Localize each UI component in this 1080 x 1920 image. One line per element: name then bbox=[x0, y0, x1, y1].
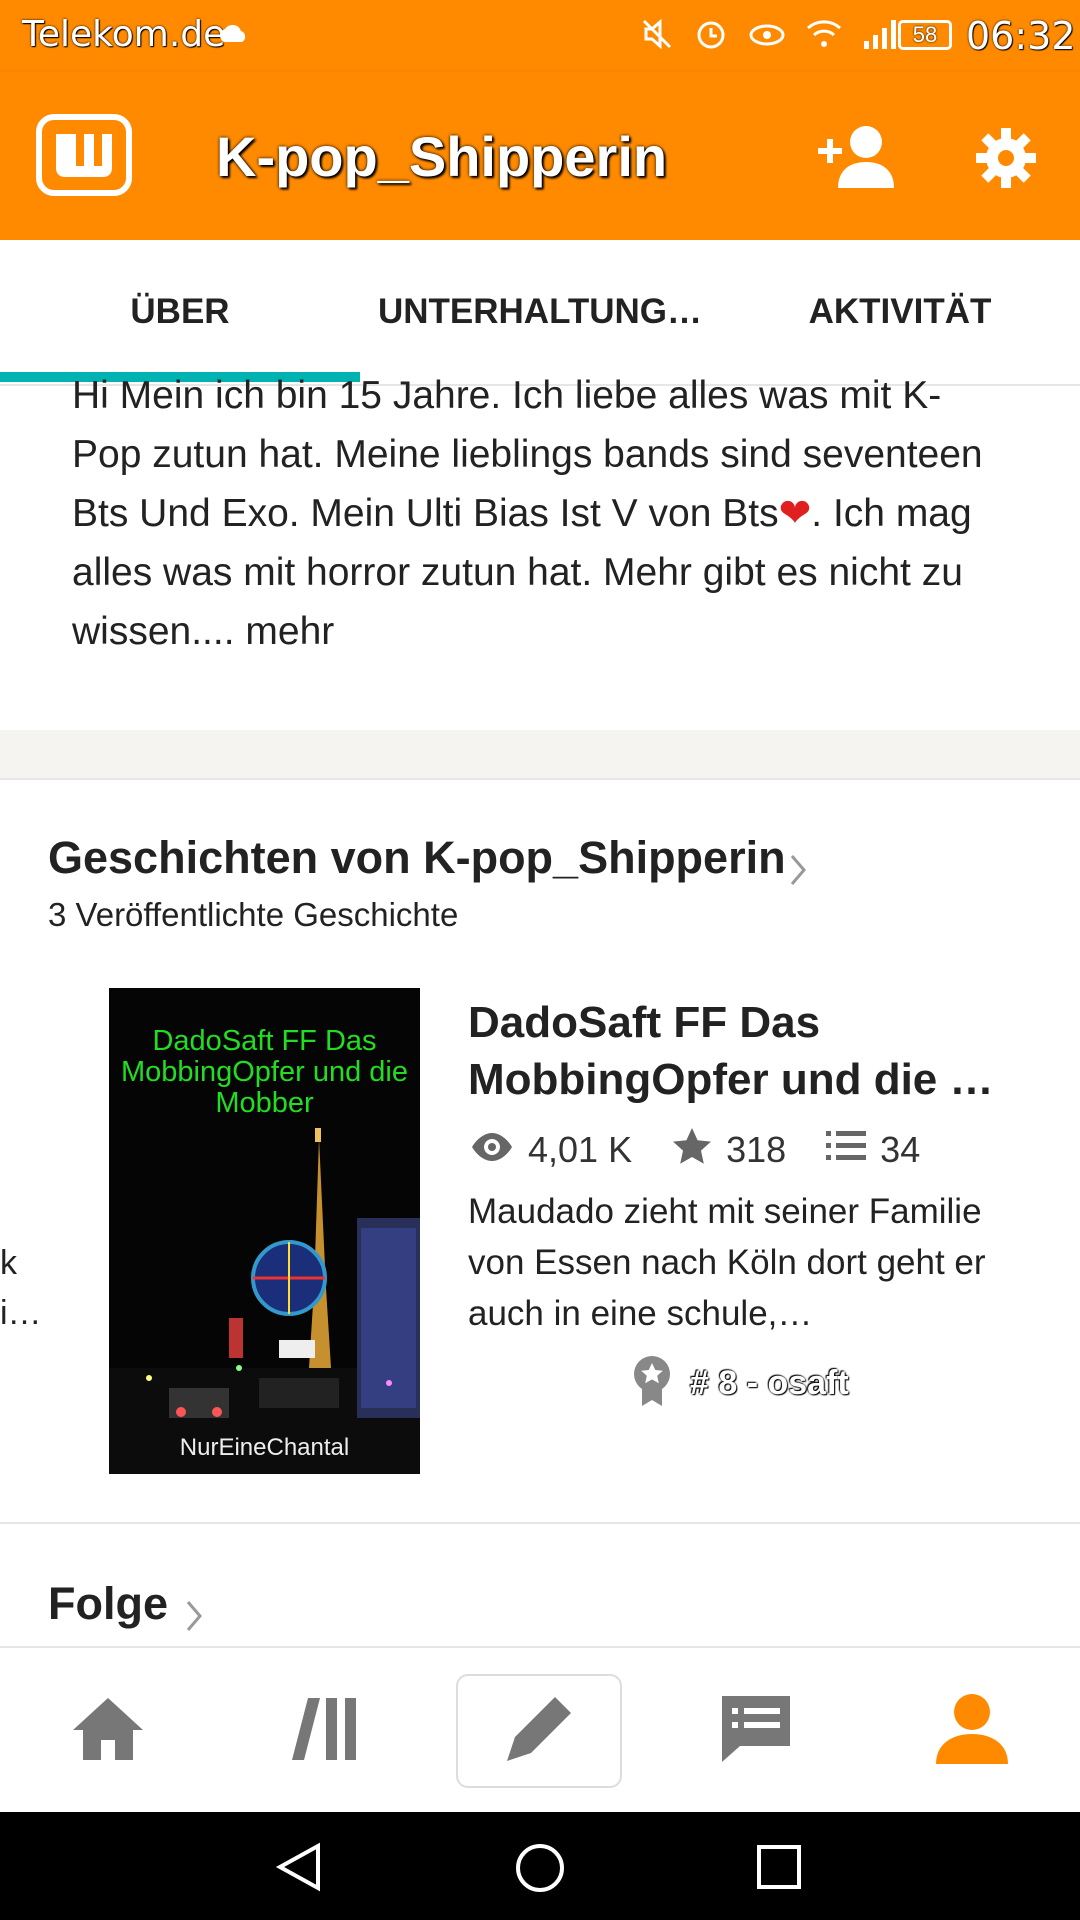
section-divider bbox=[0, 1522, 1080, 1524]
add-friend-icon[interactable] bbox=[816, 120, 902, 197]
section-separator bbox=[0, 730, 1080, 780]
profile-tabs: ÜBER UNTERHALTUNG… AKTIVITÄT bbox=[0, 240, 1080, 386]
tab-activity[interactable]: AKTIVITÄT bbox=[720, 292, 1080, 332]
alarm-icon bbox=[694, 17, 728, 56]
cloud-icon bbox=[216, 24, 250, 49]
reads-count: 4,01 K bbox=[528, 1129, 633, 1170]
chevron-right-icon bbox=[184, 1592, 204, 1644]
nav-messages[interactable] bbox=[648, 1648, 864, 1814]
library-icon bbox=[290, 1696, 358, 1767]
message-icon bbox=[718, 1694, 794, 1769]
read-more-link[interactable]: mehr bbox=[235, 610, 334, 653]
following-heading[interactable]: Folge bbox=[48, 1578, 202, 1631]
battery-indicator: 58 bbox=[898, 20, 952, 50]
tab-about[interactable]: ÜBER bbox=[0, 292, 360, 332]
nav-profile[interactable] bbox=[864, 1648, 1080, 1814]
following-heading-label: Folge bbox=[48, 1578, 168, 1629]
story-cover[interactable]: DadoSaft FF Das MobbingOpfer und die Mob… bbox=[109, 988, 420, 1474]
votes-count: 318 bbox=[726, 1129, 787, 1170]
rank-badge-icon bbox=[632, 1354, 672, 1413]
stories-heading[interactable]: Geschichten von K-pop_Shipperin bbox=[48, 832, 806, 885]
wattpad-logo-icon[interactable] bbox=[36, 114, 132, 196]
rank-label: # 8 - osaft bbox=[690, 1363, 849, 1402]
recents-icon[interactable] bbox=[756, 1844, 802, 1895]
reads-stat: 4,01 K bbox=[470, 1129, 632, 1171]
back-icon[interactable] bbox=[274, 1842, 324, 1897]
tab-conversations[interactable]: UNTERHALTUNG… bbox=[360, 292, 720, 332]
about-text: Hi Mein ich bin 15 Jahre. Ich liebe alle… bbox=[72, 366, 1002, 661]
chevron-right-icon bbox=[788, 846, 808, 898]
profile-icon bbox=[934, 1692, 1010, 1771]
stories-count: 3 Veröffentlichte Geschichte bbox=[48, 896, 459, 933]
clock: 06:32 bbox=[966, 14, 1076, 58]
votes-stat: 318 bbox=[672, 1127, 786, 1174]
carrier-label: Telekom.de bbox=[22, 14, 226, 55]
mute-icon bbox=[640, 17, 674, 56]
list-icon bbox=[826, 1129, 880, 1172]
story-description: Maudado zieht mit seiner Familie von Ess… bbox=[468, 1192, 986, 1333]
cover-title: DadoSaft FF Das MobbingOpfer und die Mob… bbox=[121, 1025, 408, 1119]
cover-author: NurEineChantal bbox=[179, 1434, 350, 1461]
home-circle-icon[interactable] bbox=[514, 1842, 566, 1899]
home-icon bbox=[71, 1696, 145, 1767]
previous-story-peek-2[interactable]: i… bbox=[0, 1294, 42, 1333]
stories-heading-label: Geschichten von K-pop_Shipperin bbox=[48, 832, 786, 883]
wifi-icon bbox=[806, 18, 842, 55]
story-title[interactable]: DadoSaft FF Das MobbingOpfer und die … bbox=[468, 994, 1028, 1108]
parts-count: 34 bbox=[880, 1129, 921, 1170]
nav-library[interactable] bbox=[216, 1648, 432, 1814]
signal-icon bbox=[862, 17, 902, 56]
star-icon bbox=[672, 1127, 726, 1174]
app-bar: K-pop_Shipperin bbox=[0, 72, 1080, 240]
nav-write[interactable] bbox=[456, 1674, 622, 1788]
profile-username: K-pop_Shipperin bbox=[216, 125, 668, 188]
nav-home[interactable] bbox=[0, 1648, 216, 1814]
story-rank: # 8 - osaft bbox=[632, 1354, 849, 1413]
bottom-navigation bbox=[0, 1646, 1080, 1814]
previous-story-peek[interactable]: k bbox=[0, 1244, 17, 1283]
gear-icon[interactable] bbox=[974, 126, 1038, 195]
pencil-icon bbox=[501, 1691, 577, 1772]
heart-emoji: ❤ bbox=[778, 492, 812, 535]
parts-stat: 34 bbox=[826, 1129, 920, 1172]
system-navigation-bar bbox=[0, 1812, 1080, 1920]
eye-comfort-icon bbox=[748, 19, 786, 54]
status-bar: Telekom.de 58 06:32 bbox=[0, 0, 1080, 72]
story-stats: 4,01 K 318 34 bbox=[470, 1127, 960, 1174]
eye-icon bbox=[470, 1129, 528, 1171]
